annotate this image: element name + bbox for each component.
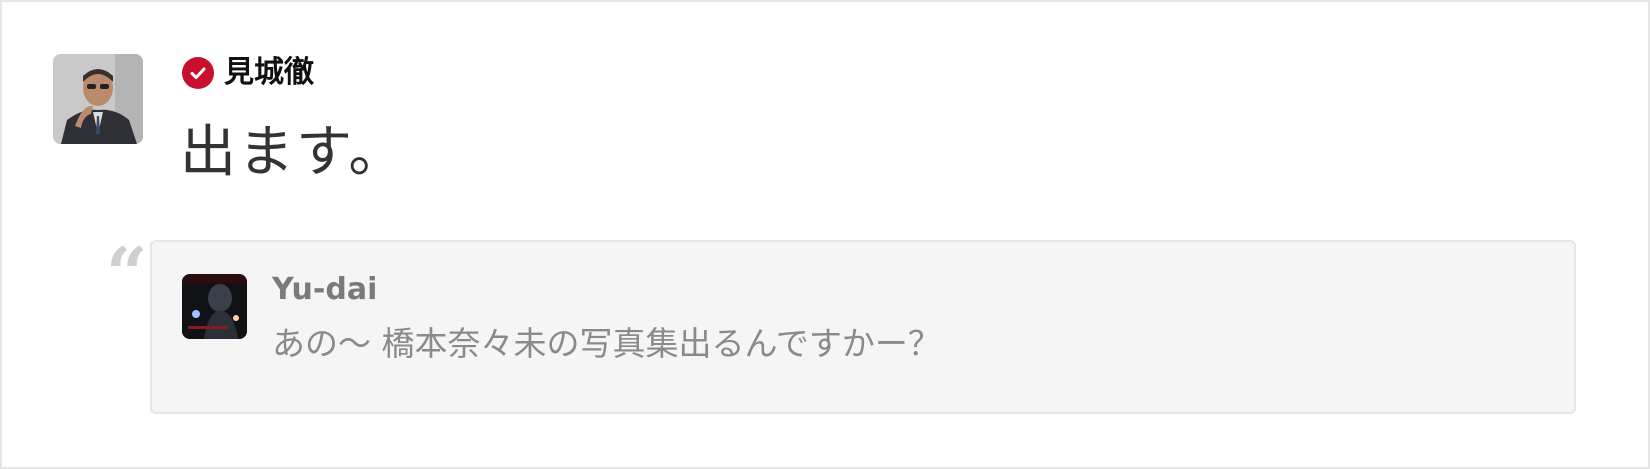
author-header: 見城徹 — [182, 56, 314, 90]
quoted-avatar[interactable] — [182, 274, 247, 339]
author-avatar-image — [53, 54, 143, 144]
quoted-text: あの～ 橋本奈々未の写真集出るんですかー？ — [272, 324, 941, 363]
author-name[interactable]: 見城徹 — [224, 56, 314, 90]
post-text: 出ます。 — [180, 120, 407, 185]
quoted-avatar-image — [182, 274, 247, 339]
quoted-author-name[interactable]: Yu-dai — [272, 272, 377, 308]
author-avatar[interactable] — [53, 54, 143, 144]
quoted-post[interactable]: Yu-dai あの～ 橋本奈々未の写真集出るんですかー？ — [150, 240, 1576, 414]
post-card: 見城徹 出ます。 “ Yu-dai あの～ 橋本奈々未の写真集出るんですかー？ — [0, 0, 1650, 469]
quote-mark-icon: “ — [106, 231, 148, 316]
verified-check-icon — [182, 57, 214, 89]
